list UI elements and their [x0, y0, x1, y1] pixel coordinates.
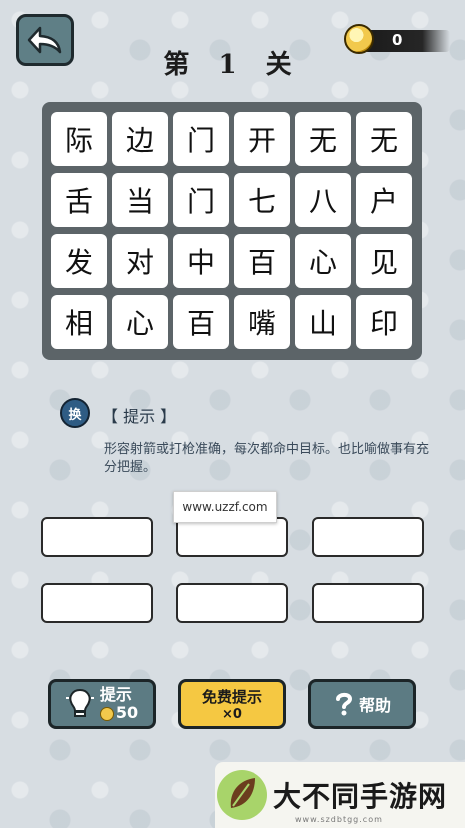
free-hint-label: 免费提示: [201, 688, 262, 706]
site-banner[interactable]: 大不同手游网 www.szdbtgg.com: [215, 762, 465, 828]
character-tile[interactable]: 门: [173, 173, 229, 227]
character-tile[interactable]: 开: [234, 112, 290, 166]
character-tile[interactable]: 门: [173, 112, 229, 166]
character-tile[interactable]: 中: [173, 234, 229, 288]
hint-text: 形容射箭或打枪准确，每次都命中目标。也比喻做事有充分把握。: [104, 442, 430, 475]
answer-slot-1[interactable]: [41, 517, 153, 557]
coin-icon: [344, 24, 374, 54]
character-tile[interactable]: 舌: [51, 173, 107, 227]
coin-count: 0: [392, 31, 403, 49]
answer-slot-4[interactable]: [41, 583, 153, 623]
help-button[interactable]: 帮助: [308, 679, 416, 729]
answer-slot-2[interactable]: [176, 517, 288, 557]
hint-label: 【 提示 】: [102, 407, 177, 426]
swap-hint-icon[interactable]: 换: [60, 398, 90, 428]
character-tile[interactable]: 心: [112, 295, 168, 349]
question-mark-icon: [335, 692, 352, 716]
character-tile[interactable]: 无: [295, 112, 351, 166]
answer-slot-6[interactable]: [312, 583, 424, 623]
character-tile[interactable]: 嘴: [234, 295, 290, 349]
answer-slot-5[interactable]: [176, 583, 288, 623]
hint-button[interactable]: 提示 50: [48, 679, 156, 729]
character-grid: 际边门开无无舌当门七八户发对中百心见相心百嘴山印: [51, 112, 413, 349]
character-tile[interactable]: 边: [112, 112, 168, 166]
character-tile[interactable]: 百: [173, 295, 229, 349]
character-tile[interactable]: 百: [234, 234, 290, 288]
hint-button-label: 提示: [99, 685, 132, 704]
character-tile[interactable]: 无: [356, 112, 412, 166]
character-tile[interactable]: 八: [295, 173, 351, 227]
answer-slot-3[interactable]: [312, 517, 424, 557]
character-tile[interactable]: 户: [356, 173, 412, 227]
watermark-tooltip: www.uzzf.com: [173, 491, 277, 523]
hint-cost-value: 50: [115, 703, 139, 722]
character-tile[interactable]: 见: [356, 234, 412, 288]
coin-icon: [99, 706, 114, 721]
banner-url: www.szdbtgg.com: [295, 815, 383, 824]
character-tile[interactable]: 际: [51, 112, 107, 166]
hint-cost: 50: [99, 703, 139, 722]
leaf-logo-icon: [217, 770, 267, 820]
coin-counter: 0: [340, 22, 450, 58]
character-tile[interactable]: 对: [112, 234, 168, 288]
lightbulb-icon: [65, 688, 94, 717]
character-tile[interactable]: 相: [51, 295, 107, 349]
character-tile[interactable]: 心: [295, 234, 351, 288]
free-hint-button[interactable]: 免费提示 ×0: [178, 679, 286, 729]
character-tile[interactable]: 当: [112, 173, 168, 227]
help-label: 帮助: [358, 696, 391, 715]
character-tile[interactable]: 七: [234, 173, 290, 227]
banner-title: 大不同手游网: [273, 780, 448, 813]
character-tile[interactable]: 山: [295, 295, 351, 349]
character-tile[interactable]: 发: [51, 234, 107, 288]
character-grid-panel: 际边门开无无舌当门七八户发对中百心见相心百嘴山印: [42, 102, 422, 360]
free-hint-count: ×0: [222, 707, 242, 722]
character-tile[interactable]: 印: [356, 295, 412, 349]
